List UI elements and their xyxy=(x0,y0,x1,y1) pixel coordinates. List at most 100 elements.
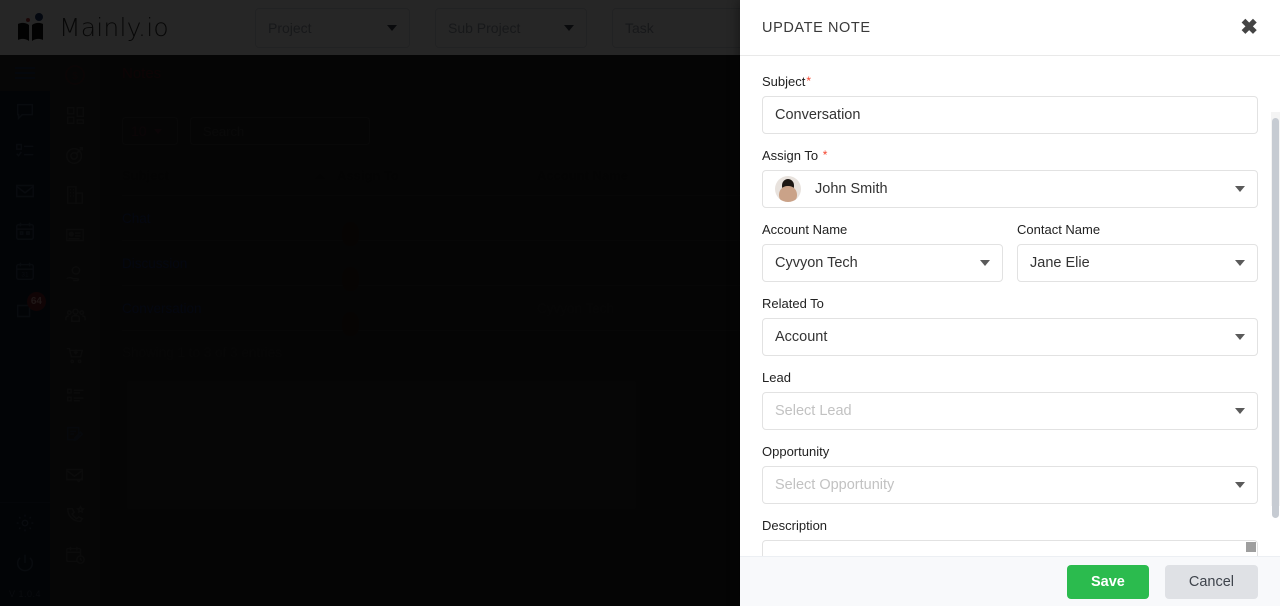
sub-project-select[interactable]: Sub Project xyxy=(435,7,587,48)
sidebar-item-users[interactable] xyxy=(50,295,100,335)
sort-ascending-icon xyxy=(315,173,325,179)
cell-subject[interactable]: Conversation xyxy=(122,285,337,331)
field-lead: Lead Select Lead xyxy=(762,370,1258,430)
calendar-icon xyxy=(14,220,36,242)
contact-name-select[interactable]: Jane Elie xyxy=(1017,244,1258,282)
brand[interactable]: Mainly.io xyxy=(0,0,250,55)
chevron-down-icon xyxy=(153,128,162,134)
sidebar-item-calendar-day[interactable]: 31 xyxy=(0,251,50,291)
sidebar-item-billing[interactable]: $ xyxy=(50,55,100,95)
modal-footer: Save Cancel xyxy=(740,556,1280,606)
subject-input-value: Conversation xyxy=(775,107,861,123)
building-icon xyxy=(64,184,86,206)
chevron-down-icon xyxy=(1235,186,1245,192)
sidebar-item-mail[interactable] xyxy=(0,171,50,211)
sidebar-item-notes[interactable]: 64 xyxy=(0,291,50,331)
sidebar-item-targets[interactable] xyxy=(50,135,100,175)
sidebar-item-chat[interactable] xyxy=(0,91,50,131)
sidebar-item-accounts[interactable] xyxy=(50,175,100,215)
sidebar-item-deals[interactable] xyxy=(50,255,100,295)
required-marker: * xyxy=(806,74,812,88)
chevron-down-icon xyxy=(1235,260,1245,266)
cancel-button[interactable]: Cancel xyxy=(1164,564,1258,599)
modal-scrollbar[interactable] xyxy=(1271,112,1280,518)
mail-check-icon xyxy=(64,464,86,486)
power-icon xyxy=(14,552,36,574)
modal-scrollbar-thumb[interactable] xyxy=(1272,118,1279,518)
sidebar-item-calendar[interactable] xyxy=(0,211,50,251)
opportunity-select[interactable]: Select Opportunity xyxy=(762,466,1258,504)
row-account-contact: Account Name Cyvyon Tech Contact Name Ja… xyxy=(762,222,1258,296)
chat-icon xyxy=(14,100,36,122)
sidebar-item-settings[interactable] xyxy=(0,503,50,543)
sidebar-item-contacts[interactable] xyxy=(50,215,100,255)
label-assign-to: Assign To * xyxy=(762,148,1258,163)
hamburger-icon xyxy=(15,64,35,82)
modal-title: UPDATE NOTE xyxy=(762,19,871,36)
hand-money-icon xyxy=(64,264,86,286)
account-name-select[interactable]: Cyvyon Tech xyxy=(762,244,1003,282)
users-icon xyxy=(64,304,87,327)
search-input[interactable]: Search xyxy=(190,117,370,145)
tasklist-icon xyxy=(14,140,36,162)
related-to-select[interactable]: Account xyxy=(762,318,1258,356)
lead-select[interactable]: Select Lead xyxy=(762,392,1258,430)
column-header-assign-to[interactable]: Assign To xyxy=(337,158,537,196)
close-icon[interactable]: ✖ xyxy=(1240,17,1258,38)
sidebar-item-tasks[interactable] xyxy=(0,131,50,171)
sidebar-item-calls[interactable] xyxy=(50,495,100,535)
note-edit-icon xyxy=(64,424,86,446)
dashboard-icon xyxy=(65,105,86,126)
page-length-select[interactable]: 10 xyxy=(122,117,178,145)
label-description: Description xyxy=(762,518,828,533)
assign-to-value: John Smith xyxy=(815,181,888,197)
search-placeholder: Search xyxy=(203,123,245,139)
account-name-value: Cyvyon Tech xyxy=(775,255,858,271)
update-note-modal: UPDATE NOTE ✖ Subject* Conversation Assi… xyxy=(740,0,1280,606)
sidebar-item-logout[interactable] xyxy=(0,543,50,583)
gear-icon xyxy=(14,512,36,534)
lead-placeholder: Select Lead xyxy=(775,403,852,419)
assign-to-select[interactable]: John Smith xyxy=(762,170,1258,208)
sidebar-item-notes-edit[interactable] xyxy=(50,415,100,455)
modal-body: Subject* Conversation Assign To * John S… xyxy=(740,56,1280,556)
note-link[interactable]: Chat xyxy=(122,211,151,226)
sidebar-item-dashboard[interactable] xyxy=(50,95,100,135)
contact-card-icon xyxy=(64,224,86,246)
column-header-subject[interactable]: Subject xyxy=(122,158,337,196)
note-link[interactable]: Conversation xyxy=(122,301,202,316)
sidebar-item-orders[interactable] xyxy=(50,335,100,375)
target-icon xyxy=(64,144,86,166)
cell-subject[interactable]: Chat xyxy=(122,195,337,241)
subject-input[interactable]: Conversation xyxy=(762,96,1258,134)
cell-assign-to xyxy=(337,195,537,241)
app-root: Mainly.io Project Sub Project Task 31 64… xyxy=(0,0,1280,606)
contact-name-value: Jane Elie xyxy=(1030,255,1090,271)
field-contact-name: Contact Name Jane Elie xyxy=(1017,222,1258,282)
field-assign-to: Assign To * John Smith xyxy=(762,148,1258,208)
column-header-account-name-label: Account Name xyxy=(537,168,629,183)
resize-handle[interactable] xyxy=(1246,542,1256,552)
label-account-name: Account Name xyxy=(762,222,848,237)
mainly-logo-icon xyxy=(16,12,50,43)
save-button[interactable]: Save xyxy=(1066,564,1149,599)
chevron-down-icon xyxy=(1235,482,1245,488)
calendar-31-icon: 31 xyxy=(14,260,36,282)
sidebar-item-schedule[interactable] xyxy=(50,535,100,575)
note-link[interactable]: Discussion xyxy=(122,256,187,271)
cart-icon xyxy=(64,344,86,366)
phone-star-icon xyxy=(64,504,86,526)
label-assign-to-text: Assign To xyxy=(762,148,819,163)
sidebar-item-lists[interactable] xyxy=(50,375,100,415)
label-contact-name: Contact Name xyxy=(1017,222,1101,237)
sidebar-item-mail-check[interactable] xyxy=(50,455,100,495)
field-related-to: Related To Account xyxy=(762,296,1258,356)
project-select[interactable]: Project xyxy=(255,7,410,48)
label-subject: Subject* xyxy=(762,74,1258,89)
description-textarea[interactable] xyxy=(762,540,1258,556)
cell-subject[interactable]: Discussion xyxy=(122,240,337,286)
dollar-circle-icon: $ xyxy=(63,63,87,87)
page-length-value: 10 xyxy=(131,123,147,139)
primary-sidebar: 31 64 V 1.0.4 xyxy=(0,55,50,606)
menu-toggle[interactable] xyxy=(0,55,50,91)
